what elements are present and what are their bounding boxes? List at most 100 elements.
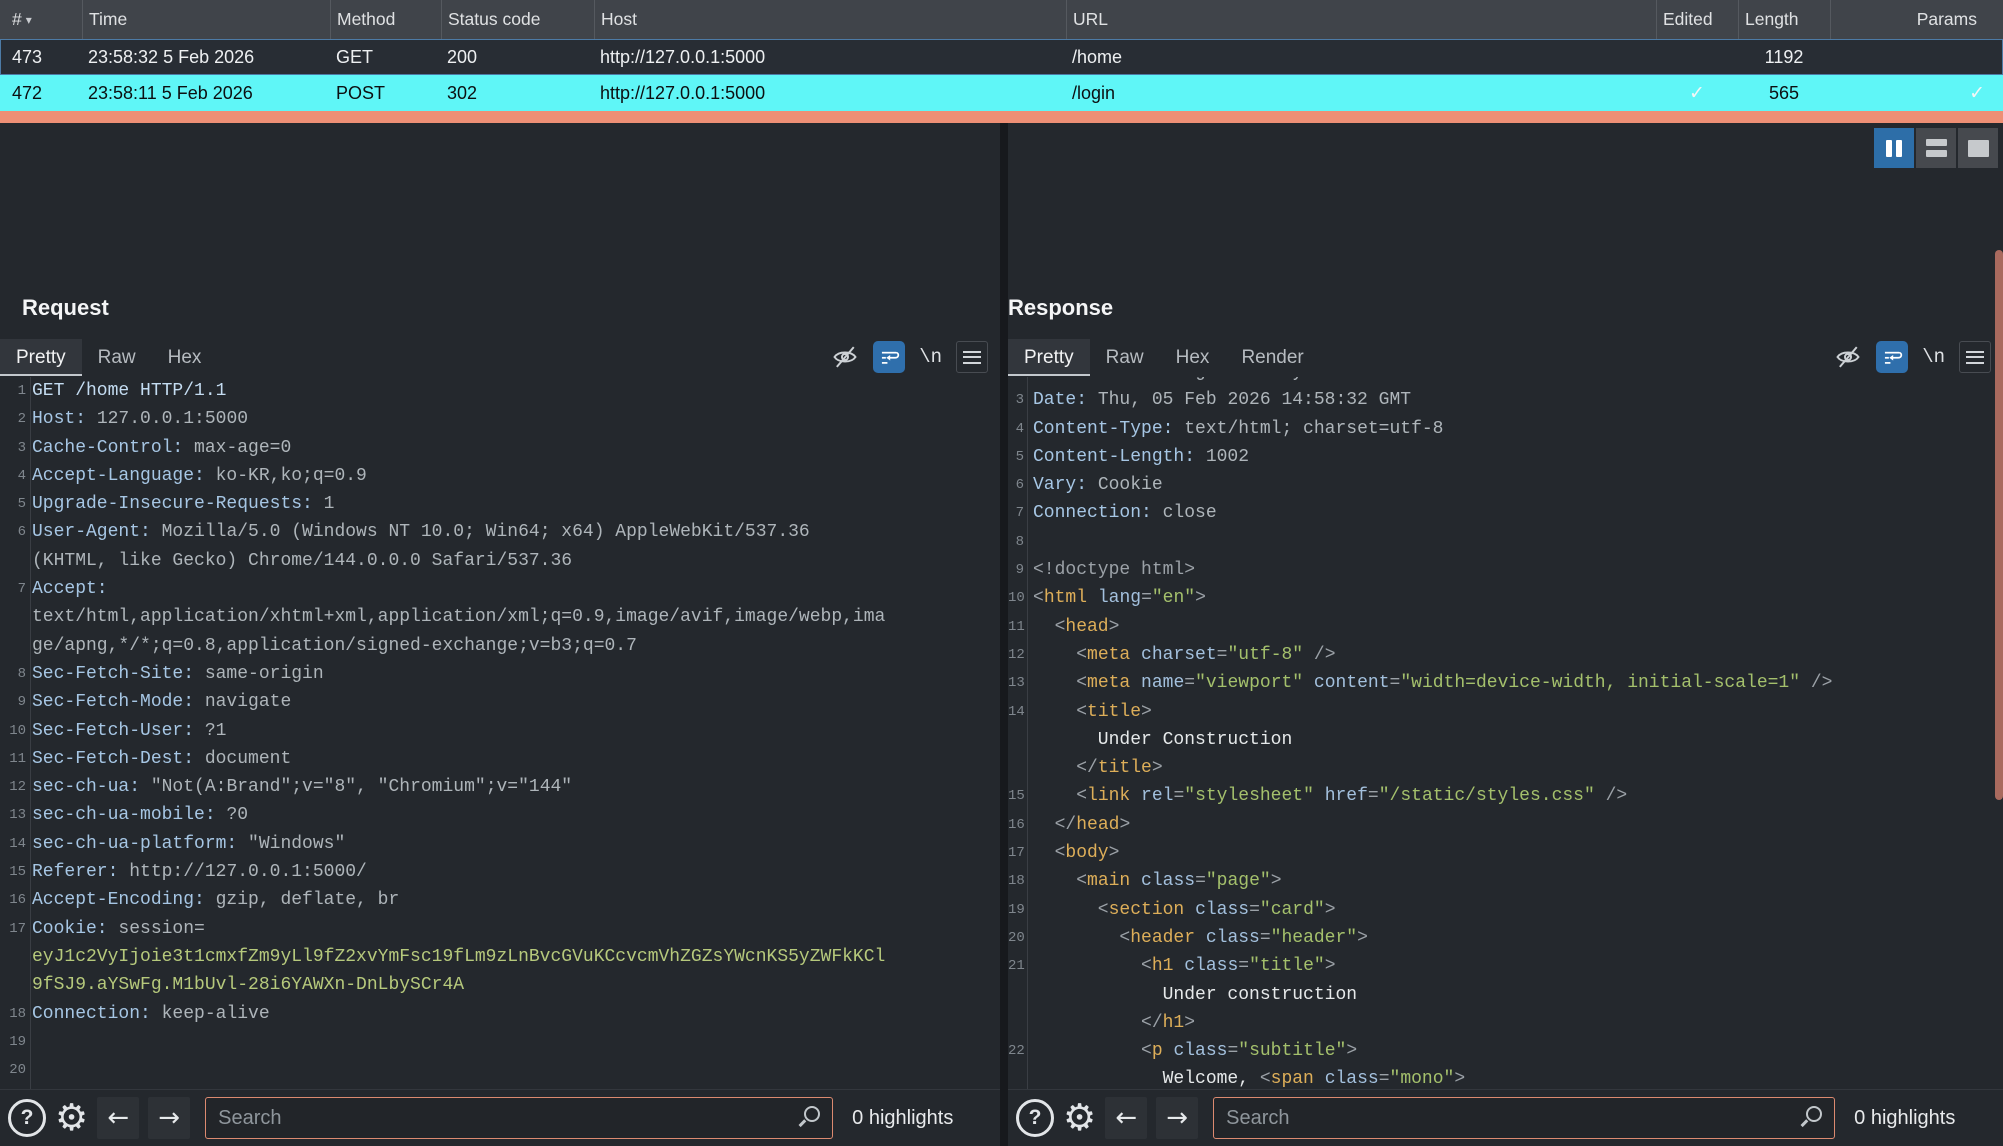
editor-menu-icon[interactable] bbox=[956, 341, 988, 373]
line-content: Server: Werkzeug/3.1.3 Python/3.12.12 bbox=[1033, 377, 1433, 386]
request-search-input[interactable] bbox=[205, 1097, 833, 1139]
column-header-url[interactable]: URL bbox=[1066, 0, 1656, 39]
line-number: 17 bbox=[1008, 839, 1024, 867]
column-header-edited[interactable]: Edited bbox=[1656, 0, 1738, 39]
line-number: 4 bbox=[1008, 415, 1024, 443]
line-content: eyJ1c2VyIjoie3t1cmxfZm9yLl9fZ2xvYmFsc19f… bbox=[32, 943, 885, 971]
vertical-pane-divider[interactable] bbox=[1000, 123, 1008, 1146]
line-content: Content-Length: 1002 bbox=[1033, 443, 1249, 471]
line-content: <body> bbox=[1033, 839, 1119, 867]
show-newlines-toggle[interactable]: \n bbox=[919, 346, 942, 368]
line-number: 19 bbox=[0, 1028, 26, 1056]
line-content: <section class="card"> bbox=[1033, 896, 1336, 924]
line-number: 13 bbox=[1008, 669, 1024, 697]
previous-match-button[interactable]: ← bbox=[1105, 1097, 1147, 1139]
line-content: 9fSJ9.aYSwFg.M1bUvl-28i6YAWXn-DnLbySCr4A bbox=[32, 971, 464, 999]
show-newlines-toggle[interactable]: \n bbox=[1922, 346, 1945, 368]
line-content: Sec-Fetch-Site: same-origin bbox=[32, 660, 324, 688]
next-match-button[interactable]: → bbox=[1156, 1097, 1198, 1139]
line-content: Vary: Cookie bbox=[1033, 471, 1163, 499]
code-line: (KHTML, like Gecko) Chrome/144.0.0.0 Saf… bbox=[0, 547, 1000, 575]
tab-response-render[interactable]: Render bbox=[1225, 339, 1319, 376]
horizontal-splitter[interactable] bbox=[0, 111, 2003, 123]
previous-match-button[interactable]: ← bbox=[97, 1097, 139, 1139]
response-view-controls: \n bbox=[1834, 337, 1991, 377]
cell-params bbox=[1830, 39, 2003, 75]
line-content: Upgrade-Insecure-Requests: 1 bbox=[32, 490, 334, 518]
line-content: <html lang="en"> bbox=[1033, 584, 1206, 612]
hide-nonprintable-icon[interactable] bbox=[1834, 343, 1862, 371]
code-line: 4Accept-Language: ko-KR,ko;q=0.9 bbox=[0, 462, 1000, 490]
request-editor[interactable]: 1GET /home HTTP/1.12Host: 127.0.0.1:5000… bbox=[0, 377, 1000, 1089]
line-number: 17 bbox=[0, 915, 26, 943]
line-content: <meta name="viewport" content="width=dev… bbox=[1033, 669, 1832, 697]
tab-request-pretty[interactable]: Pretty bbox=[0, 339, 82, 376]
tab-response-pretty[interactable]: Pretty bbox=[1008, 339, 1090, 376]
request-searchbox bbox=[205, 1097, 833, 1139]
help-icon[interactable]: ? bbox=[8, 1099, 46, 1137]
line-content: User-Agent: Mozilla/5.0 (Windows NT 10.0… bbox=[32, 518, 810, 546]
pause-updates-button[interactable] bbox=[1874, 128, 1914, 168]
line-content: </head> bbox=[1033, 811, 1130, 839]
editor-menu-icon[interactable] bbox=[1959, 341, 1991, 373]
table-row-473[interactable]: 47323:58:32 5 Feb 2026GET200http://127.0… bbox=[0, 39, 2003, 75]
line-number: 18 bbox=[0, 1000, 26, 1028]
settings-gear-icon[interactable]: ⚙ bbox=[1063, 1099, 1096, 1137]
search-magnifier-icon[interactable] bbox=[799, 1106, 821, 1128]
hide-nonprintable-icon[interactable] bbox=[831, 343, 859, 371]
word-wrap-toggle[interactable] bbox=[873, 341, 905, 373]
code-line: 6User-Agent: Mozilla/5.0 (Windows NT 10.… bbox=[0, 518, 1000, 546]
column-header-time[interactable]: Time bbox=[82, 0, 330, 39]
column-header-number[interactable]: # ▾ bbox=[0, 0, 82, 39]
check-icon: ✓ bbox=[1689, 82, 1705, 105]
line-number bbox=[1008, 377, 1024, 386]
tab-request-hex[interactable]: Hex bbox=[152, 339, 218, 376]
history-table: # ▾ Time Method Status code Host URL Edi… bbox=[0, 0, 2003, 111]
help-icon[interactable]: ? bbox=[1016, 1099, 1054, 1137]
word-wrap-toggle[interactable] bbox=[1876, 341, 1908, 373]
column-header-length[interactable]: Length bbox=[1738, 0, 1830, 39]
tab-response-raw[interactable]: Raw bbox=[1090, 339, 1160, 376]
line-content: sec-ch-ua-platform: "Windows" bbox=[32, 830, 345, 858]
tab-request-raw[interactable]: Raw bbox=[82, 339, 152, 376]
split-horizontal-button[interactable] bbox=[1916, 128, 1956, 168]
code-line: 16 </head> bbox=[1008, 811, 2003, 839]
single-panel-button[interactable] bbox=[1958, 128, 1998, 168]
code-line: 18 <main class="page"> bbox=[1008, 867, 2003, 895]
line-number: 7 bbox=[0, 575, 26, 603]
code-line: 5Upgrade-Insecure-Requests: 1 bbox=[0, 490, 1000, 518]
line-number: 14 bbox=[0, 830, 26, 858]
line-content: Cookie: session= bbox=[32, 915, 205, 943]
code-line: 8Sec-Fetch-Site: same-origin bbox=[0, 660, 1000, 688]
line-number: 16 bbox=[0, 886, 26, 914]
code-line: Under Construction bbox=[1008, 726, 2003, 754]
table-row-472[interactable]: 47223:58:11 5 Feb 2026POST302http://127.… bbox=[0, 75, 2003, 111]
line-number: 2 bbox=[0, 405, 26, 433]
line-number: 3 bbox=[0, 434, 26, 462]
line-number: 11 bbox=[0, 745, 26, 773]
response-scrollbar-thumb[interactable] bbox=[1995, 250, 2003, 800]
response-pane: Response Pretty Raw Hex Render bbox=[1008, 123, 2003, 1146]
column-header-host[interactable]: Host bbox=[594, 0, 1066, 39]
settings-gear-icon[interactable]: ⚙ bbox=[55, 1099, 88, 1137]
column-header-status-code[interactable]: Status code bbox=[441, 0, 594, 39]
check-icon: ✓ bbox=[1969, 82, 1985, 105]
tab-response-hex[interactable]: Hex bbox=[1160, 339, 1226, 376]
line-number bbox=[0, 632, 26, 660]
line-number: 4 bbox=[0, 462, 26, 490]
code-line: 14 <title> bbox=[1008, 698, 2003, 726]
search-magnifier-icon[interactable] bbox=[1801, 1106, 1823, 1128]
code-line: 3Date: Thu, 05 Feb 2026 14:58:32 GMT bbox=[1008, 386, 2003, 414]
line-number bbox=[1008, 726, 1024, 754]
column-header-method[interactable]: Method bbox=[330, 0, 441, 39]
line-content: Host: 127.0.0.1:5000 bbox=[32, 405, 248, 433]
line-number: 8 bbox=[0, 660, 26, 688]
response-editor[interactable]: Server: Werkzeug/3.1.3 Python/3.12.123Da… bbox=[1008, 377, 2003, 1089]
response-search-input[interactable] bbox=[1213, 1097, 1835, 1139]
code-line: eyJ1c2VyIjoie3t1cmxfZm9yLl9fZ2xvYmFsc19f… bbox=[0, 943, 1000, 971]
column-header-params[interactable]: Params bbox=[1830, 0, 2003, 39]
next-match-button[interactable]: → bbox=[148, 1097, 190, 1139]
line-number: 3 bbox=[1008, 386, 1024, 414]
line-content: <head> bbox=[1033, 613, 1119, 641]
line-number bbox=[0, 547, 26, 575]
